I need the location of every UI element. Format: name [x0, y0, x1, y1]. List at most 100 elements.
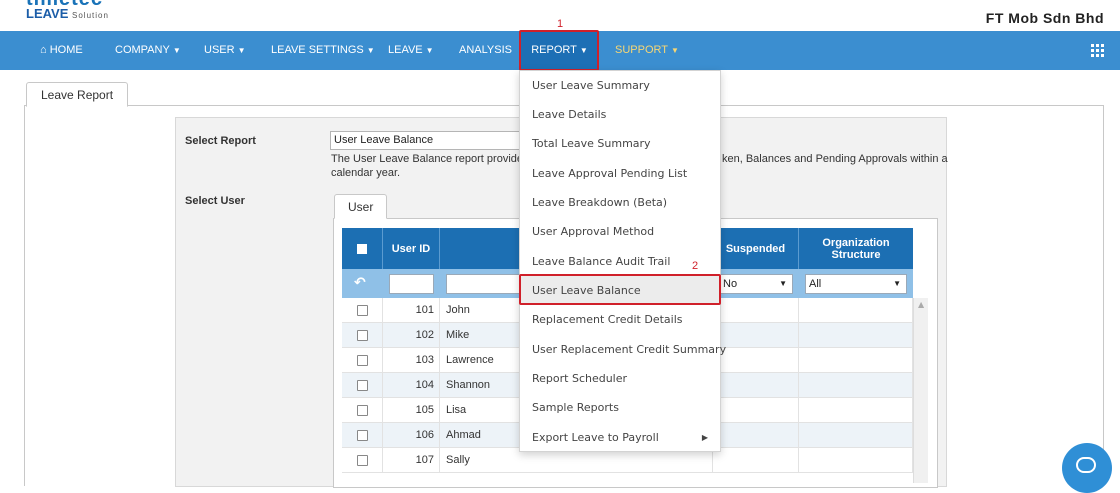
cell-suspended [713, 448, 799, 473]
select-user-label: Select User [185, 195, 245, 207]
cell-user-id: 105 [383, 398, 440, 423]
row-checkbox[interactable] [357, 330, 368, 341]
row-checkbox[interactable] [357, 380, 368, 391]
menu-item-sample-reports[interactable]: Sample Reports [520, 393, 720, 422]
cell-user-id: 103 [383, 348, 440, 373]
nav-leave[interactable]: LEAVE ▼ [388, 31, 434, 70]
nav-leave-settings-label: LEAVE SETTINGS [271, 44, 364, 56]
report-description-end: calendar year. [331, 167, 401, 179]
submenu-arrow-icon: ▶ [701, 433, 708, 442]
cell-suspended [713, 423, 799, 448]
report-description-continued: ken, Balances and Pending Approvals with… [722, 153, 948, 165]
cell-org-structure [799, 423, 913, 448]
row-checkbox[interactable] [357, 305, 368, 316]
apps-grid-icon[interactable] [1091, 44, 1104, 57]
select-all-header [342, 228, 383, 269]
chat-widget-button[interactable] [1062, 443, 1112, 493]
caret-down-icon: ▼ [779, 279, 787, 288]
logo-brand-suffix: Solution [72, 11, 109, 20]
menu-item-export-leave-to-payroll[interactable]: Export Leave to Payroll ▶ [520, 423, 720, 452]
cell-user-id: 106 [383, 423, 440, 448]
cell-suspended [713, 398, 799, 423]
caret-down-icon: ▼ [893, 279, 901, 288]
header-suspended[interactable]: Suspended [713, 228, 799, 269]
row-checkbox[interactable] [357, 455, 368, 466]
nav-leave-label: LEAVE [388, 44, 423, 56]
row-checkbox[interactable] [357, 405, 368, 416]
row-check-cell [342, 298, 383, 323]
menu-item-report-scheduler[interactable]: Report Scheduler [520, 364, 720, 393]
reset-filter-icon[interactable]: ↶ [354, 275, 366, 291]
row-checkbox[interactable] [357, 355, 368, 366]
menu-item-leave-details[interactable]: Leave Details [520, 100, 720, 129]
nav-company[interactable]: COMPANY ▼ [115, 31, 181, 70]
nav-home-label: HOME [49, 44, 83, 56]
annotation-step-2: 2 [692, 260, 699, 272]
row-check-cell [342, 423, 383, 448]
nav-leave-settings[interactable]: LEAVE SETTINGS ▼ [271, 31, 375, 70]
org-structure-filter-select[interactable]: All ▼ [805, 274, 907, 294]
menu-item-user-approval-method[interactable]: User Approval Method [520, 217, 720, 246]
org-structure-filter-value: All [809, 278, 822, 290]
row-check-cell [342, 373, 383, 398]
suspended-filter-value: No [723, 278, 738, 290]
cell-org-structure [799, 398, 913, 423]
menu-item-leave-approval-pending-list[interactable]: Leave Approval Pending List [520, 159, 720, 188]
row-check-cell [342, 348, 383, 373]
row-check-cell [342, 398, 383, 423]
annotation-highlight-user-leave-balance [519, 274, 721, 305]
cell-suspended [713, 298, 799, 323]
scroll-up-icon[interactable]: ▲ [918, 300, 924, 309]
row-checkbox[interactable] [357, 430, 368, 441]
select-report-dropdown[interactable]: User Leave Balance [330, 131, 530, 150]
cell-org-structure [799, 323, 913, 348]
tab-leave-report[interactable]: Leave Report [26, 82, 129, 107]
user-id-filter-input[interactable] [389, 274, 434, 294]
cell-org-structure [799, 448, 913, 473]
cell-user-id: 101 [383, 298, 440, 323]
logo-brand: LEAVE Solution [26, 6, 109, 21]
annotation-highlight-report [519, 30, 599, 71]
app-logo[interactable]: timetec LEAVE Solution [26, 0, 108, 21]
select-all-checkbox[interactable] [357, 243, 367, 254]
select-report-label: Select Report [185, 135, 256, 147]
nav-support-label: SUPPORT [615, 44, 668, 56]
cell-suspended [713, 373, 799, 398]
cell-org-structure [799, 348, 913, 373]
nav-analysis-label: ANALYSIS [459, 44, 512, 56]
nav-company-label: COMPANY [115, 44, 170, 56]
tab-user[interactable]: User [334, 194, 388, 219]
menu-item-user-leave-summary[interactable]: User Leave Summary [520, 71, 720, 100]
nav-home[interactable]: ⌂ HOME [40, 31, 83, 70]
caret-down-icon: ▼ [425, 46, 434, 55]
header-user-id[interactable]: User ID [383, 228, 440, 269]
company-name: FT Mob Sdn Bhd [985, 10, 1104, 26]
menu-item-leave-breakdown[interactable]: Leave Breakdown (Beta) [520, 188, 720, 217]
chat-icon [1076, 457, 1096, 473]
row-check-cell [342, 448, 383, 473]
header-organization-structure[interactable]: Organization Structure [799, 228, 913, 269]
cell-org-structure [799, 373, 913, 398]
menu-item-total-leave-summary[interactable]: Total Leave Summary [520, 129, 720, 158]
menu-item-leave-balance-audit-trail[interactable]: Leave Balance Audit Trail [520, 247, 720, 276]
suspended-filter-select[interactable]: No ▼ [719, 274, 793, 294]
nav-support[interactable]: SUPPORT ▼ [615, 31, 679, 70]
nav-analysis[interactable]: ANALYSIS [459, 31, 512, 70]
name-filter-input[interactable] [446, 274, 520, 294]
home-icon: ⌂ [40, 44, 47, 56]
menu-item-replacement-credit-details[interactable]: Replacement Credit Details [520, 305, 720, 334]
caret-down-icon: ▼ [237, 46, 246, 55]
menu-item-export-label: Export Leave to Payroll [532, 431, 659, 444]
annotation-step-1: 1 [557, 18, 564, 30]
cell-user-id: 104 [383, 373, 440, 398]
nav-user[interactable]: USER ▼ [204, 31, 245, 70]
cell-org-structure [799, 298, 913, 323]
menu-item-user-replacement-credit-summary[interactable]: User Replacement Credit Summary [520, 335, 726, 364]
caret-down-icon: ▼ [172, 46, 181, 55]
cell-user-id: 102 [383, 323, 440, 348]
cell-user-id: 107 [383, 448, 440, 473]
report-description: The User Leave Balance report provides [331, 153, 523, 165]
grid-scrollbar[interactable]: ▲ [913, 298, 928, 483]
caret-down-icon: ▼ [670, 46, 679, 55]
report-dropdown-menu: User Leave Summary Leave Details Total L… [519, 70, 726, 452]
